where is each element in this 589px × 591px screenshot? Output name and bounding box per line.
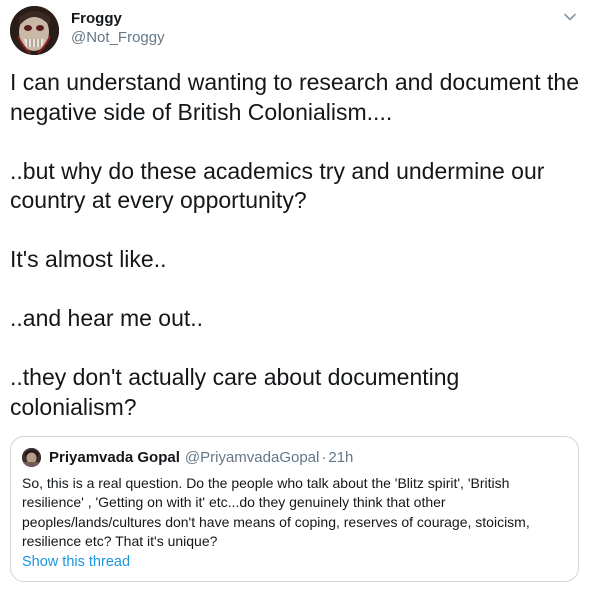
author-display-name[interactable]: Froggy bbox=[71, 9, 165, 28]
chevron-down-icon[interactable] bbox=[563, 10, 577, 24]
quoted-author-handle: @PriyamvadaGopal bbox=[184, 448, 320, 466]
tweet-text: I can understand wanting to research and… bbox=[10, 68, 580, 422]
quoted-avatar-icon bbox=[22, 447, 41, 467]
separator-dot: · bbox=[321, 448, 327, 466]
tweet-paragraph: ..but why do these academics try and und… bbox=[10, 157, 545, 214]
quoted-tweet-text: So, this is a real question. Do the peop… bbox=[22, 475, 530, 550]
tweet-header: Froggy @Not_Froggy bbox=[10, 6, 579, 55]
tweet-card: Froggy @Not_Froggy I can understand want… bbox=[0, 0, 589, 591]
quoted-tweet[interactable]: Priyamvada Gopal @PriyamvadaGopal · 21h … bbox=[10, 436, 579, 582]
author-handle[interactable]: @Not_Froggy bbox=[71, 28, 165, 48]
avatar-image-icon bbox=[10, 6, 59, 55]
tweet-paragraph: It's almost like.. bbox=[10, 246, 167, 272]
quoted-author-avatar bbox=[22, 447, 41, 467]
author-names: Froggy @Not_Froggy bbox=[71, 9, 165, 48]
author-avatar[interactable] bbox=[10, 6, 59, 55]
quoted-tweet-header: Priyamvada Gopal @PriyamvadaGopal · 21h bbox=[22, 447, 353, 467]
quoted-tweet-timestamp: 21h bbox=[328, 448, 354, 466]
tweet-paragraph: I can understand wanting to research and… bbox=[10, 69, 579, 125]
quoted-author-display-name: Priyamvada Gopal bbox=[49, 448, 180, 466]
tweet-paragraph: ..and hear me out.. bbox=[10, 305, 204, 331]
show-thread-link[interactable]: Show this thread bbox=[22, 554, 130, 570]
tweet-paragraph: ..they don't actually care about documen… bbox=[10, 364, 460, 420]
